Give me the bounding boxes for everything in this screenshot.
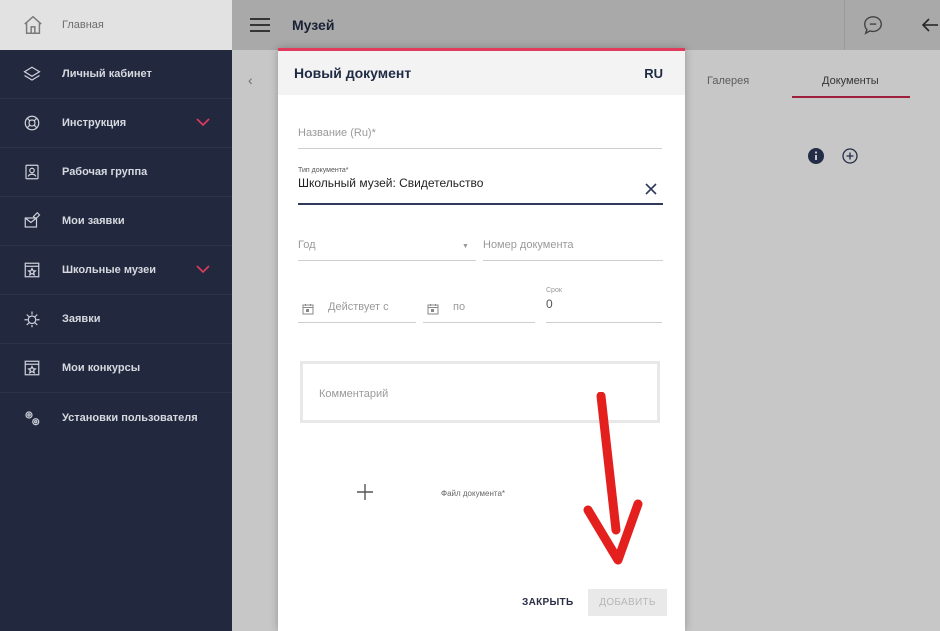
sidebar-item-label: Заявки <box>62 313 101 325</box>
add-button[interactable]: ДОБАВИТЬ <box>588 589 667 616</box>
dialog-header: Новый документ RU <box>278 51 685 95</box>
id-badge-icon <box>22 162 42 182</box>
museum-icon <box>22 260 42 280</box>
dialog-title: Новый документ <box>294 65 412 81</box>
sidebar-item-applications[interactable]: Заявки <box>0 295 232 344</box>
language-switch[interactable]: RU <box>644 66 663 81</box>
sidebar-item-label: Личный кабинет <box>62 68 152 80</box>
museum-icon <box>22 358 42 378</box>
home-icon <box>24 15 42 34</box>
add-file-plus-icon[interactable] <box>356 483 374 501</box>
sidebar-item-label: Мои заявки <box>62 215 125 227</box>
document-type-value: Школьный музей: Свидетельство <box>298 176 484 190</box>
sidebar-item-instruction[interactable]: Инструкция <box>0 99 232 148</box>
field-underline <box>298 148 662 149</box>
field-underline <box>483 260 663 261</box>
clear-icon[interactable] <box>645 183 657 195</box>
sidebar-item-label: Мои конкурсы <box>62 362 141 374</box>
name-field[interactable]: Название (Ru)* <box>298 127 662 149</box>
sidebar: Главная Личный кабинет Инструкция Рабоча… <box>0 0 232 631</box>
valid-from-field[interactable]: Действует с <box>298 301 416 323</box>
document-type-label: Тип документа* <box>298 167 349 174</box>
document-number-field[interactable]: Номер документа <box>483 239 663 261</box>
term-label: Срок <box>546 287 562 294</box>
bug-gear-icon <box>22 309 42 329</box>
document-number-placeholder: Номер документа <box>483 239 574 251</box>
sidebar-item-label: Рабочая группа <box>62 166 148 178</box>
sidebar-item-label: Школьные музеи <box>62 264 156 276</box>
chevron-down-icon <box>196 265 210 274</box>
sidebar-item-workgroup[interactable]: Рабочая группа <box>0 148 232 197</box>
calendar-icon[interactable] <box>427 303 439 315</box>
valid-to-placeholder: по <box>453 301 466 313</box>
sidebar-home-item[interactable]: Главная <box>0 0 232 50</box>
sidebar-item-my-requests[interactable]: Мои заявки <box>0 197 232 246</box>
calendar-icon[interactable] <box>302 303 314 315</box>
year-placeholder: Год <box>298 239 316 251</box>
sidebar-item-my-contests[interactable]: Мои конкурсы <box>0 344 232 393</box>
year-select[interactable]: Год ▼ <box>298 239 476 261</box>
lifebuoy-icon <box>22 113 42 133</box>
term-field[interactable]: Срок 0 <box>546 287 662 323</box>
valid-to-field[interactable]: по <box>423 301 535 323</box>
name-placeholder: Название (Ru)* <box>298 127 376 139</box>
term-value: 0 <box>546 297 553 311</box>
close-button[interactable]: ЗАКРЫТЬ <box>522 597 573 608</box>
chevron-down-icon <box>196 118 210 127</box>
valid-from-placeholder: Действует с <box>328 301 389 313</box>
field-underline <box>298 322 416 323</box>
caret-down-icon: ▼ <box>462 243 469 250</box>
sidebar-item-school-museums[interactable]: Школьные музеи <box>0 246 232 295</box>
sidebar-item-label: Установки пользователя <box>62 411 198 424</box>
gears-icon <box>22 408 42 428</box>
sidebar-item-label: Инструкция <box>62 117 127 129</box>
field-underline <box>298 260 476 261</box>
field-underline-active <box>298 203 663 205</box>
sidebar-home-label: Главная <box>62 19 104 31</box>
annotation-arrow-icon <box>583 392 643 565</box>
mail-edit-icon <box>22 211 42 231</box>
field-underline <box>546 322 662 323</box>
field-underline <box>423 322 535 323</box>
sidebar-item-cabinet[interactable]: Личный кабинет <box>0 50 232 99</box>
sidebar-item-user-settings[interactable]: Установки пользователя <box>0 393 232 442</box>
document-type-select[interactable]: Тип документа* Школьный музей: Свидетель… <box>298 167 663 205</box>
document-file-label: Файл документа* <box>441 489 506 498</box>
layers-icon <box>22 64 42 84</box>
